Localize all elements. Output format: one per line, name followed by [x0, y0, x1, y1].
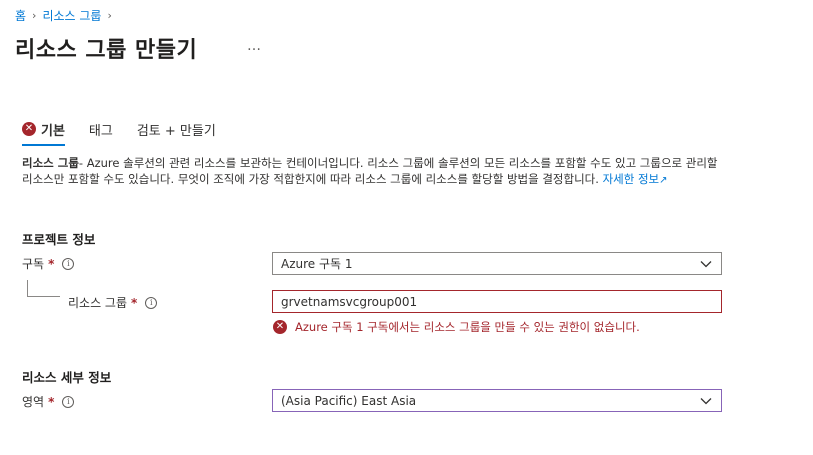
tab-review-create[interactable]: 검토 + 만들기 — [137, 116, 216, 142]
chevron-right-icon: › — [32, 9, 37, 22]
chevron-down-icon — [700, 397, 712, 404]
page-title: 리소스 그룹 만들기 — [15, 38, 198, 63]
info-icon[interactable]: i — [145, 296, 158, 309]
region-value: (Asia Pacific) East Asia — [281, 393, 417, 408]
project-details-heading: 프로젝트 정보 — [22, 232, 96, 247]
external-link-icon: ↗ — [659, 174, 668, 186]
required-marker: * — [48, 394, 55, 409]
breadcrumb-resource-groups-link[interactable]: 리소스 그룹 — [42, 7, 101, 24]
region-label: 영역 * i — [22, 393, 75, 410]
error-icon: ✕ — [22, 122, 36, 136]
tree-connector — [27, 280, 28, 297]
resource-group-input[interactable]: grvetnamsvcgroup001 — [272, 290, 722, 313]
info-icon[interactable]: i — [62, 395, 75, 408]
region-dropdown[interactable]: (Asia Pacific) East Asia — [272, 389, 722, 412]
resource-group-label-text: 리소스 그룹 — [68, 296, 128, 310]
chevron-right-icon: › — [107, 9, 112, 22]
region-label-text: 영역 — [22, 395, 45, 409]
learn-more-link[interactable]: 자세한 정보↗ — [603, 172, 668, 186]
info-icon[interactable]: i — [62, 257, 75, 270]
tab-label: 기본 — [41, 123, 65, 139]
validation-error: ✕ Azure 구독 1 구독에서는 리소스 그룹을 만들 수 있는 권한이 없… — [273, 319, 640, 335]
chevron-down-icon — [700, 260, 712, 267]
breadcrumb-home-link[interactable]: 홈 — [15, 7, 26, 24]
more-options-button[interactable]: … — [247, 38, 262, 54]
error-icon: ✕ — [273, 320, 287, 334]
tab-label: 태그 — [88, 123, 113, 139]
tab-label: 검토 + 만들기 — [136, 123, 216, 139]
validation-error-text: Azure 구독 1 구독에서는 리소스 그룹을 만들 수 있는 권한이 없습니… — [295, 320, 640, 334]
resource-details-heading: 리소스 세부 정보 — [22, 370, 112, 385]
required-marker: * — [131, 295, 138, 310]
tab-basics[interactable]: ✕ 기본 — [22, 116, 65, 146]
tab-bar: ✕ 기본 태그 검토 + 만들기 — [22, 116, 240, 146]
description: 리소스 그룹- Azure 솔루션의 관련 리소스를 보관하는 컨테이너입니다.… — [22, 156, 722, 188]
tree-connector — [27, 296, 60, 297]
required-marker: * — [48, 256, 55, 271]
subscription-dropdown[interactable]: Azure 구독 1 — [272, 252, 722, 275]
resource-group-label: 리소스 그룹 * i — [68, 294, 158, 311]
subscription-label: 구독 * i — [22, 255, 75, 272]
resource-group-value: grvetnamsvcgroup001 — [281, 294, 418, 309]
description-bold: 리소스 그룹 — [22, 156, 79, 170]
learn-more-label: 자세한 정보 — [602, 171, 660, 186]
subscription-value: Azure 구독 1 — [281, 257, 353, 271]
breadcrumb: 홈 › 리소스 그룹 › — [15, 7, 112, 24]
tab-tags[interactable]: 태그 — [89, 116, 113, 142]
subscription-label-text: 구독 — [22, 257, 45, 271]
